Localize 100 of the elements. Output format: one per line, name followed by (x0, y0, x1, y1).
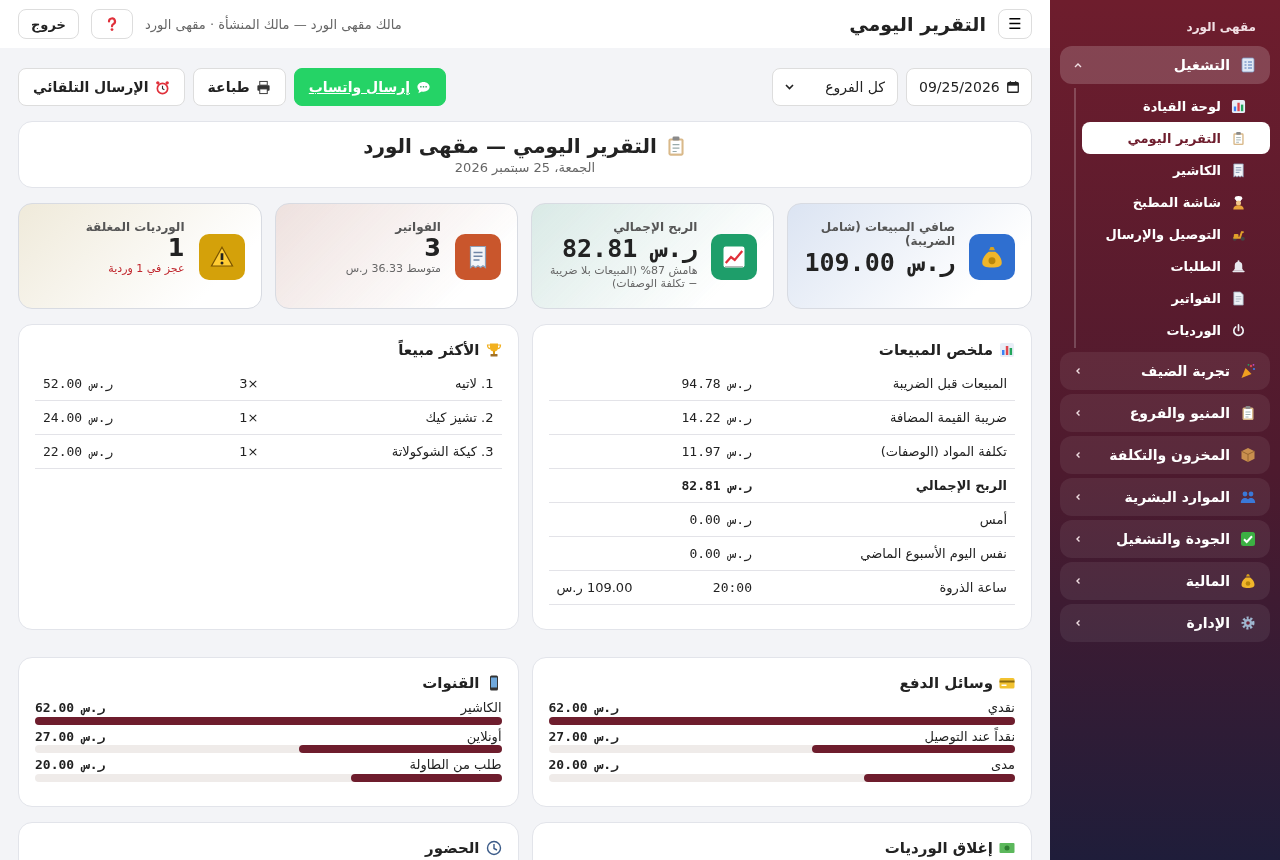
table-cell: ر.س 22.00 (35, 435, 155, 469)
chevron-left-icon (1074, 535, 1082, 543)
checkmark-icon (1240, 531, 1256, 547)
kpi-label: الربح الإجمالي (612, 220, 698, 234)
table-cell: ساعة الذروة (760, 571, 1015, 605)
bar-label: طلب من الطاولة (409, 757, 502, 773)
clock-icon (485, 839, 502, 856)
bar-chart-icon (999, 342, 1015, 358)
money-bag-icon (1240, 573, 1256, 589)
help-button[interactable] (90, 9, 133, 39)
sidebar-group[interactable]: التشغيل (1060, 46, 1270, 84)
table-cell: تكلفة المواد (الوصفات) (760, 435, 1015, 469)
card-title: الأكثر مبيعاً (398, 341, 480, 359)
report-date: الجمعة، 25 سبتمبر 2026 (454, 160, 596, 175)
sidebar-item[interactable]: لوحة القيادة (1082, 90, 1270, 122)
chevron-left-icon (1074, 367, 1082, 375)
kpi-value: 3 (424, 235, 441, 262)
kpi-value: ر.س 109.00 (804, 249, 955, 277)
calendar-icon (1006, 80, 1020, 94)
table-cell: نفس اليوم الأسبوع الماضي (760, 537, 1015, 571)
trend-chart-icon (722, 245, 747, 269)
page-title: التقرير اليومي (849, 13, 986, 35)
sidebar-group[interactable]: المنيو والفروع (1060, 394, 1270, 432)
bar-label: أونلاين (466, 728, 502, 745)
table-cell: 109.00 ر.س (548, 571, 669, 605)
branch-select[interactable]: كل الفروع (772, 68, 898, 106)
chevron-left-icon (1074, 577, 1082, 585)
sidebar-item[interactable]: التقرير اليومي (1082, 122, 1270, 154)
bar-label: نقدي (987, 700, 1015, 716)
sidebar-item[interactable]: الفواتير (1082, 282, 1270, 314)
sidebar-item[interactable]: التوصيل والإرسال (1082, 218, 1270, 250)
document-icon (1231, 290, 1246, 306)
table-cell: ر.س 0.00 (668, 537, 760, 571)
table-cell: ×3 (155, 367, 267, 401)
caret-icon (785, 84, 794, 90)
sidebar-group[interactable]: الموارد البشرية (1060, 478, 1270, 516)
card-title: ملخص المبيعات (878, 341, 993, 359)
bar-value: ر.س 62.00 (548, 700, 619, 716)
table-cell: 20:00 (668, 571, 760, 605)
table-cell: المبيعات قبل الضريبة (760, 367, 1015, 401)
table-cell: 2. تشيز كيك (266, 401, 502, 435)
chevron-left-icon (1074, 493, 1082, 501)
chevron-left-icon (1074, 619, 1082, 627)
chat-bubble-icon (416, 79, 432, 95)
bar-value: ر.س 20.00 (548, 757, 619, 773)
box-icon (1240, 447, 1256, 463)
table-cell: ×1 (155, 435, 267, 469)
sidebar-group[interactable]: المالية (1060, 562, 1270, 600)
printer-icon (255, 79, 271, 95)
table-cell: ر.س 14.22 (668, 401, 760, 435)
kpi-warning: عجز في 1 وردية (107, 262, 185, 277)
kpi-value: ر.س 82.81 (561, 235, 698, 263)
table-cell: ر.س 82.81 (668, 469, 760, 503)
sidebar-group[interactable]: المخزون والتكلفة (1060, 436, 1270, 474)
kpi-label: صافي المبيعات (شامل الضريبة) (819, 220, 955, 248)
table-cell: الربح الإجمالي (760, 469, 1015, 503)
chevron-left-icon (1074, 451, 1082, 459)
alarm-clock-icon (154, 79, 170, 95)
table-cell: أمس (760, 503, 1015, 537)
list-icon (1240, 57, 1256, 73)
bar-value: ر.س 62.00 (35, 700, 106, 716)
card-title: إغلاق الورديات (884, 838, 993, 857)
user-info: مالك مقهى الورد — مالك المنشأة · مقهى الورد (144, 16, 402, 32)
brand-name: مقهى الورد (1185, 19, 1257, 37)
bar-label: مدى (991, 757, 1015, 773)
settings-icon (1240, 615, 1256, 631)
bar-value: ر.س 27.00 (548, 728, 619, 745)
credit-card-icon (999, 675, 1015, 691)
trophy-icon (485, 342, 502, 358)
table-cell: ×1 (155, 401, 267, 435)
table-cell: ر.س 24.00 (35, 401, 155, 435)
sidebar-group[interactable]: الإدارة (1060, 604, 1270, 642)
date-field[interactable]: 09/25/2026 (906, 68, 1032, 106)
people-icon (1240, 489, 1256, 505)
sidebar-item[interactable]: الطلبات (1082, 250, 1270, 282)
table-cell: 3. كيكة الشوكولاتة (266, 435, 502, 469)
party-popper-icon (1240, 363, 1256, 379)
kpi-note: متوسط 36.33 ر.س (345, 262, 441, 277)
table-cell: ر.س 11.97 (668, 435, 760, 469)
sidebar-item[interactable]: الكاشير (1082, 154, 1270, 186)
table-cell: ر.س 94.78 (668, 367, 760, 401)
bar-value: ر.س 20.00 (35, 757, 106, 773)
sidebar-item[interactable]: شاشة المطبخ (1082, 186, 1270, 218)
card-title: الحضور (425, 838, 480, 857)
table-cell: ر.س 0.00 (668, 503, 760, 537)
bar-label: الكاشير (460, 700, 502, 716)
chef-icon (1231, 194, 1246, 210)
bell-icon (1231, 258, 1246, 274)
sidebar-group[interactable]: تجربة الضيف (1060, 352, 1270, 390)
sidebar-group[interactable]: الجودة والتشغيل (1060, 520, 1270, 558)
logout-button[interactable]: خروج (18, 9, 79, 39)
table-cell: ر.س 52.00 (35, 367, 155, 401)
schedule-button[interactable]: الإرسال التلقائي (18, 68, 185, 106)
print-button[interactable]: طباعة (192, 68, 286, 106)
menu-button[interactable]: ☰ (998, 9, 1032, 39)
chevron-left-icon (1074, 409, 1082, 417)
warning-icon (209, 245, 234, 269)
clipboard-icon (1231, 130, 1246, 146)
kpi-label: الفواتير (393, 220, 441, 234)
sidebar-item[interactable]: الورديات (1082, 314, 1270, 346)
